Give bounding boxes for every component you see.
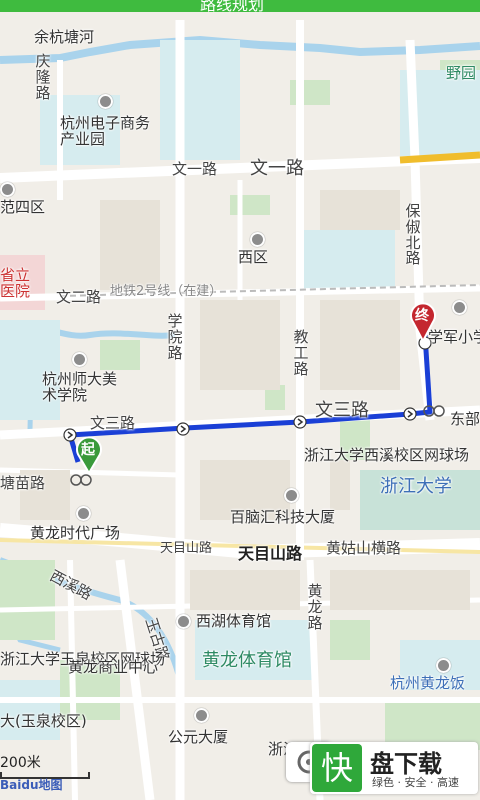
end-label: 终 [415,308,429,324]
map-label: 天目山路 [238,544,303,563]
poi-dot-icon[interactable] [98,94,113,109]
poi-dot-icon[interactable] [194,708,209,723]
poi-dot-icon[interactable] [284,488,299,503]
map-label: 百脑汇科技大厦 [230,508,336,526]
title-bar: 路线规划 [0,0,480,14]
map-label: 文一路 [172,160,218,178]
poi-dot-icon[interactable] [0,182,15,197]
map-label: 庆隆路 [35,52,51,102]
poi-dot-icon[interactable] [452,300,467,315]
route-end-marker[interactable]: 终 [408,300,438,346]
map-label: 公元大厦 [168,728,229,746]
route-start-marker[interactable]: 起 [74,434,104,478]
poi-dot-icon[interactable] [176,614,191,629]
map-label: 杭州师大美术学院 [42,370,118,404]
map-label: 浙江大学西溪校区网球场 [304,446,470,464]
map-label: 西区 [238,248,269,266]
map-label: 文三路 [90,414,136,432]
start-label: 起 [81,442,95,458]
poi-dot-icon[interactable] [250,232,265,247]
map-label: 塘苗路 [0,474,46,492]
map-label: 浙江大学 [380,476,452,497]
map-label: 学院路 [167,312,183,362]
map-label: 文二路 [56,288,102,306]
map-label: 黄龙体育馆 [202,650,292,671]
map-label: 天目山路 [160,541,213,556]
poi-dot-icon[interactable] [436,658,451,673]
map-label: 教工路 [293,328,309,378]
map-label: 西湖体育馆 [196,612,272,630]
map-label: 省立医院 [0,266,31,300]
page-title: 路线规划 [200,0,265,14]
map-label: 保俶北路 [405,202,421,268]
poi-dot-icon[interactable] [76,506,91,521]
map-label: 黄姑山横路 [326,539,402,557]
map-label: 大(玉泉校区) [0,712,87,730]
map-label: 余杭塘河 [34,28,95,46]
map-label: 黄龙时代广场 [30,524,121,542]
watermark-logo: 快 [312,744,362,792]
baidu-logo: Baidu地图 [0,778,63,792]
map-label: 文一路 [250,158,304,179]
map-label: 杭州电子商务产业园 [60,114,151,148]
map-scale: 200米 [0,755,41,771]
map-label: 黄龙路 [307,582,323,632]
map-label: 黄龙商业中心 [68,658,159,676]
map-label: 范四区 [0,198,46,216]
map-label: 杭州黄龙饭 [390,674,466,692]
map-label: 文三路 [315,400,369,421]
watermark-slogan: 绿色 · 安全 · 高速 [372,776,459,789]
map-label: 东部 [450,410,480,428]
poi-dot-icon[interactable] [72,352,87,367]
map-label: 地铁2号线（在建） [110,284,223,299]
map-label: 野园 [446,64,477,82]
watermark: 快 盘下载 绿色 · 安全 · 高速 [310,742,478,794]
